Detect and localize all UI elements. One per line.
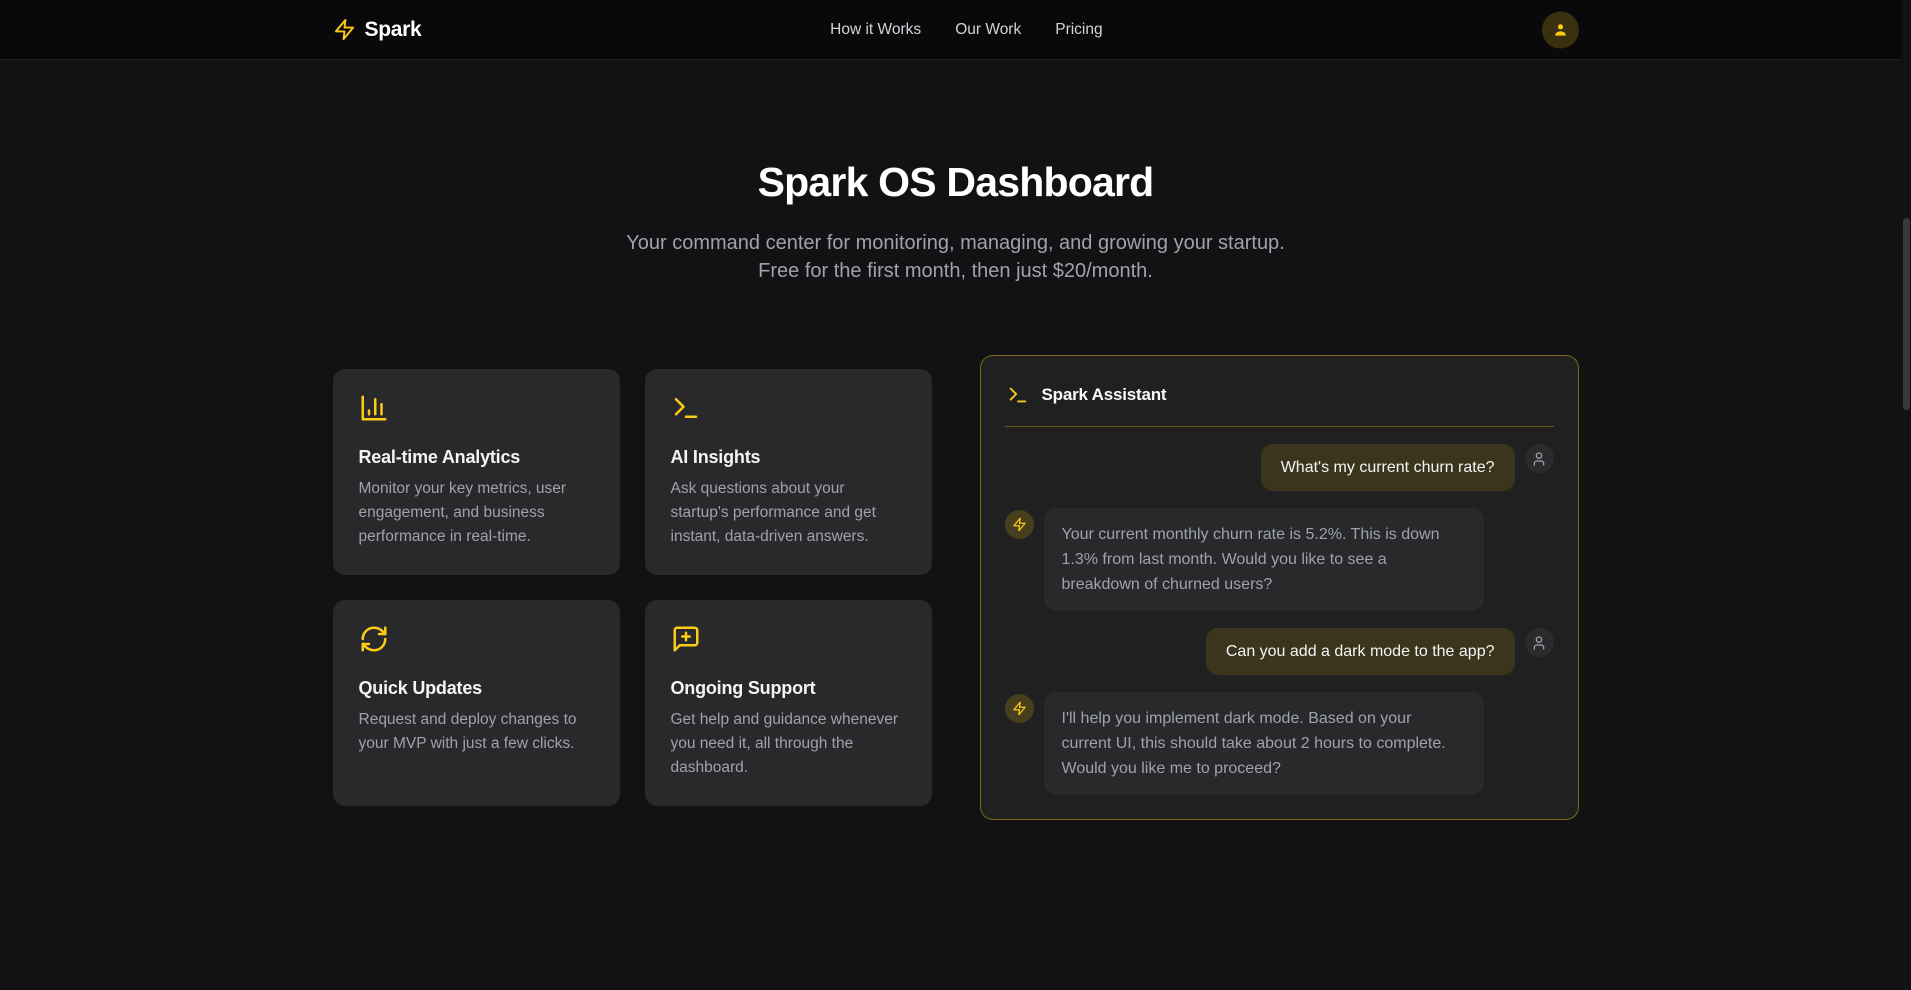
navbar-inner: Spark How it Works Our Work Pricing [333,0,1579,59]
main-content: Real-time Analytics Monitor your key met… [333,355,1579,820]
feature-description: Ask questions about your startup's perfo… [671,477,906,549]
user-avatar [1525,628,1554,657]
nav-links: How it Works Our Work Pricing [830,21,1102,39]
page-title: Spark OS Dashboard [0,159,1911,206]
feature-description: Monitor your key metrics, user engagemen… [359,477,594,549]
user-icon [1552,21,1569,38]
user-icon [1531,635,1547,651]
page: Spark How it Works Our Work Pricing Spar… [0,0,1911,990]
nav-link-pricing[interactable]: Pricing [1055,21,1102,39]
feature-card-ai-insights: AI Insights Ask questions about your sta… [645,369,932,575]
feature-title: Real-time Analytics [359,447,594,468]
brand-logo[interactable]: Spark [333,18,422,42]
user-message: What's my current churn rate? [1005,444,1554,491]
zap-icon [1012,701,1027,716]
user-avatar [1525,444,1554,473]
terminal-icon [671,393,701,423]
scrollbar-track [1902,0,1911,990]
hero-section: Spark OS Dashboard Your command center f… [0,60,1911,285]
message-square-plus-icon [671,624,701,654]
assistant-message: Your current monthly churn rate is 5.2%.… [1005,508,1554,611]
scrollbar-thumb[interactable] [1903,218,1910,410]
message-list: What's my current churn rate? Your curre… [1005,427,1554,795]
feature-title: Quick Updates [359,678,594,699]
zap-icon [1012,517,1027,532]
feature-grid: Real-time Analytics Monitor your key met… [333,369,932,806]
feature-description: Get help and guidance whenever you need … [671,708,906,780]
assistant-message: I'll help you implement dark mode. Based… [1005,692,1554,795]
brand-name: Spark [365,18,422,42]
bar-chart-icon [359,393,389,423]
assistant-message-bubble: Your current monthly churn rate is 5.2%.… [1044,508,1484,611]
zap-icon [333,18,356,41]
assistant-message-bubble: I'll help you implement dark mode. Based… [1044,692,1484,795]
feature-title: Ongoing Support [671,678,906,699]
feature-card-ongoing-support: Ongoing Support Get help and guidance wh… [645,600,932,806]
navbar: Spark How it Works Our Work Pricing [0,0,1911,60]
user-message: Can you add a dark mode to the app? [1005,628,1554,675]
user-message-bubble: Can you add a dark mode to the app? [1206,628,1515,675]
user-icon [1531,451,1547,467]
assistant-panel: Spark Assistant What's my current churn … [980,355,1579,820]
assistant-panel-header: Spark Assistant [1005,380,1554,406]
user-message-bubble: What's my current churn rate? [1261,444,1515,491]
terminal-icon [1007,384,1029,406]
account-button[interactable] [1542,11,1579,48]
assistant-avatar [1005,694,1034,723]
assistant-panel-title: Spark Assistant [1042,385,1167,405]
nav-link-how-it-works[interactable]: How it Works [830,21,921,39]
feature-description: Request and deploy changes to your MVP w… [359,708,594,756]
feature-card-analytics: Real-time Analytics Monitor your key met… [333,369,620,575]
feature-title: AI Insights [671,447,906,468]
feature-card-quick-updates: Quick Updates Request and deploy changes… [333,600,620,806]
assistant-avatar [1005,510,1034,539]
refresh-icon [359,624,389,654]
nav-link-our-work[interactable]: Our Work [955,21,1021,39]
hero-subtitle: Your command center for monitoring, mana… [611,229,1301,285]
